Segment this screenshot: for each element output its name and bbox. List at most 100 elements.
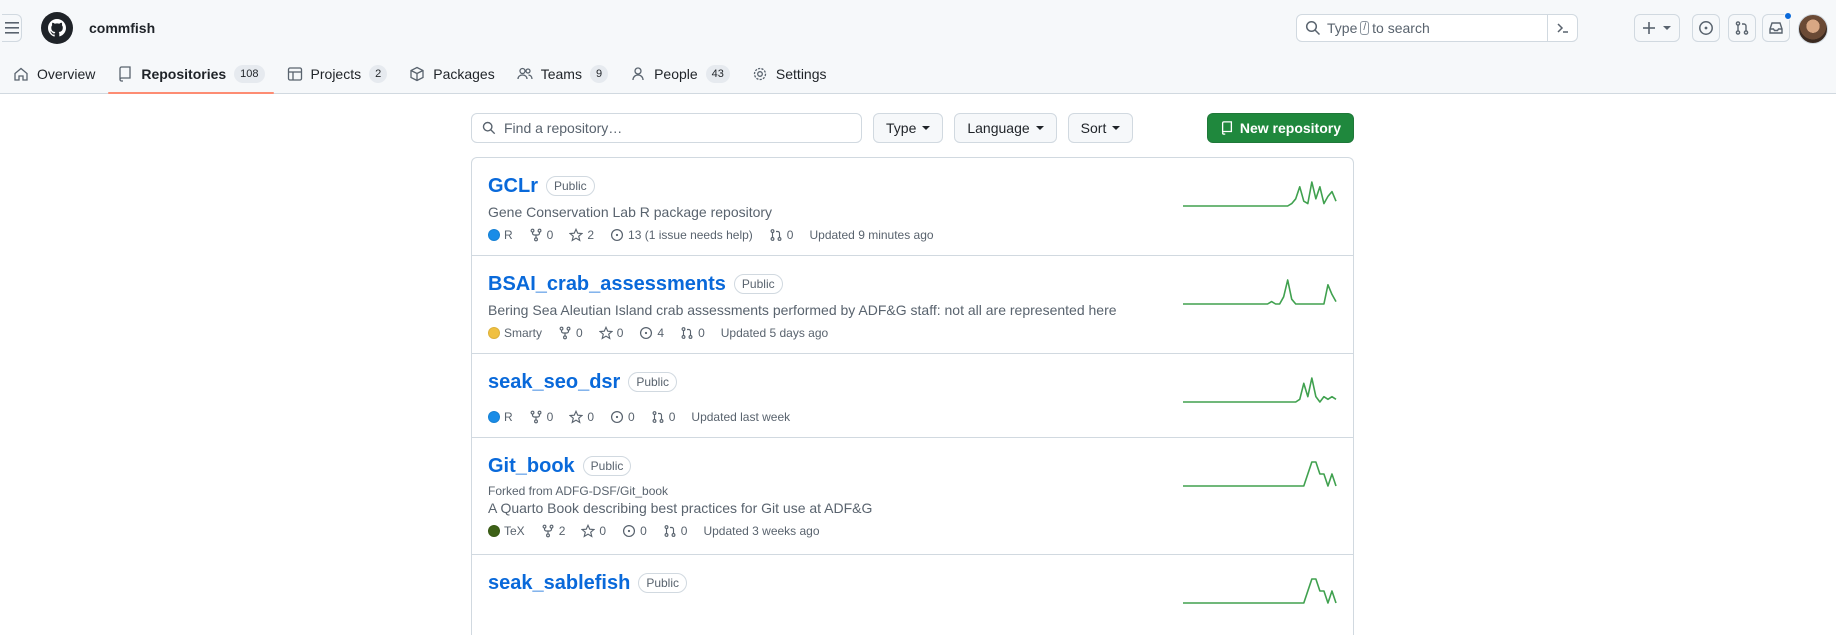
caret-down-icon — [1035, 126, 1044, 130]
person-icon — [632, 67, 644, 81]
language-color-dot — [488, 525, 500, 537]
star-icon — [581, 524, 596, 538]
new-repository-label: New repository — [1239, 120, 1341, 136]
forks-count: 0 — [546, 228, 554, 242]
stars-link[interactable]: 0 — [569, 410, 594, 424]
issues-link[interactable]: 0 — [610, 410, 635, 424]
tab-label: Settings — [775, 66, 827, 82]
issue-icon — [640, 326, 653, 340]
repo-name-link[interactable]: Git_book — [488, 455, 575, 478]
repo-language: Smarty — [488, 326, 542, 340]
home-icon — [14, 67, 28, 81]
issues-count: 0 — [628, 410, 635, 424]
updated-time: Updated last week — [691, 410, 791, 424]
repo-language: R — [488, 228, 513, 242]
issues-link[interactable]: 13 (1 issue needs help) — [610, 228, 753, 242]
stars-count: 0 — [587, 410, 595, 424]
pull-requests-link[interactable]: 0 — [663, 524, 687, 538]
activity-sparkline — [1183, 377, 1337, 403]
forks-link[interactable]: 2 — [541, 524, 565, 538]
tab-people[interactable]: People 43 — [621, 56, 739, 92]
issue-icon — [611, 228, 624, 242]
stars-count: 0 — [616, 326, 624, 340]
stars-link[interactable]: 2 — [569, 228, 594, 242]
people-icon — [517, 67, 533, 80]
global-search-input[interactable]: Type / to search — [1296, 14, 1578, 42]
tab-packages[interactable]: Packages — [400, 56, 503, 92]
menu-button[interactable] — [2, 14, 22, 42]
issues-link[interactable]: 0 — [622, 524, 647, 538]
tab-repositories[interactable]: Repositories 108 — [108, 56, 274, 94]
tab-label: Teams — [540, 66, 582, 82]
sort-button[interactable]: Sort — [1067, 113, 1134, 143]
pull-requests-link[interactable]: 0 — [680, 326, 705, 340]
tab-teams[interactable]: Teams 9 — [508, 56, 617, 92]
repo-name-link[interactable]: BSAI_crab_assessments — [488, 273, 726, 296]
pull-requests-link[interactable]: 0 — [769, 228, 793, 242]
tab-overview[interactable]: Overview — [4, 56, 104, 92]
pull-requests-button[interactable] — [1728, 14, 1756, 42]
search-shortcut-key: / — [1360, 21, 1370, 35]
fork-icon — [530, 228, 542, 242]
stars-count: 2 — [587, 228, 595, 242]
tab-projects[interactable]: Projects 2 — [278, 56, 397, 92]
stars-link[interactable]: 0 — [581, 524, 606, 538]
github-logo-icon[interactable] — [41, 12, 73, 44]
org-name[interactable]: commfish — [89, 20, 155, 36]
activity-sparkline — [1183, 578, 1337, 604]
language-filter-button[interactable]: Language — [954, 113, 1057, 143]
command-palette-button[interactable] — [1547, 14, 1577, 42]
tab-count: 2 — [369, 65, 388, 83]
stars-count: 0 — [599, 524, 607, 538]
visibility-badge: Public — [733, 274, 783, 294]
repository-list: GCLr Public Gene Conservation Lab R packa… — [471, 157, 1354, 635]
search-prefix: Type — [1327, 20, 1358, 36]
issue-icon — [1699, 21, 1713, 35]
filter-bar: Find a repository… Type Language Sort Ne… — [471, 113, 1354, 143]
type-filter-button[interactable]: Type — [873, 113, 944, 143]
fork-icon — [559, 326, 571, 340]
repo-name-link[interactable]: GCLr — [488, 175, 538, 198]
org-nav: Overview Repositories 108 Projects 2 Pac… — [0, 56, 1836, 94]
create-new-button[interactable] — [1634, 14, 1680, 42]
plus-icon — [1643, 22, 1655, 34]
updated-time: Updated 5 days ago — [720, 326, 829, 340]
updated-time: Updated 9 minutes ago — [809, 228, 934, 242]
repo-name-link[interactable]: seak_sablefish — [488, 572, 630, 595]
tab-count: 43 — [705, 65, 730, 83]
find-repository-input[interactable]: Find a repository… — [471, 113, 862, 143]
table-icon — [287, 67, 302, 81]
tab-settings[interactable]: Settings — [743, 56, 836, 92]
language-color-dot — [488, 229, 500, 241]
avatar[interactable] — [1798, 14, 1828, 44]
language-name: Smarty — [504, 326, 543, 340]
visibility-badge: Public — [582, 456, 632, 476]
issues-button[interactable] — [1692, 14, 1720, 42]
issue-icon — [611, 410, 624, 424]
pull-requests-link[interactable]: 0 — [651, 410, 675, 424]
repo-name-link[interactable]: seak_seo_dsr — [488, 371, 620, 394]
list-item: Git_book Public Forked from ADFG-DSF/Git_… — [472, 438, 1353, 555]
sparkline-series — [1183, 181, 1337, 207]
list-item: seak_seo_dsr Public R 0 0 0 0 Updated las… — [472, 354, 1353, 438]
visibility-badge: Public — [546, 176, 595, 196]
tab-label: Packages — [433, 66, 495, 82]
forks-link[interactable]: 0 — [529, 410, 554, 424]
type-filter-label: Type — [886, 120, 917, 136]
tab-label: Overview — [37, 66, 96, 82]
activity-sparkline — [1183, 461, 1337, 487]
sparkline-series — [1183, 578, 1337, 604]
pull-request-icon — [652, 411, 664, 423]
fork-icon — [530, 410, 542, 424]
sparkline-series — [1183, 377, 1337, 403]
stars-link[interactable]: 0 — [598, 326, 624, 340]
repo-language: TeX — [488, 524, 525, 538]
forks-link[interactable]: 0 — [558, 326, 583, 340]
app-header: commfish Type / to search — [0, 0, 1836, 56]
new-repository-button[interactable]: New repository — [1206, 113, 1354, 143]
issues-link[interactable]: 4 — [639, 326, 664, 340]
pull-request-icon — [681, 327, 693, 339]
forks-count: 0 — [546, 410, 554, 424]
repo-meta: R 0 0 0 0 Updated last week — [488, 410, 1337, 424]
forks-link[interactable]: 0 — [529, 228, 554, 242]
